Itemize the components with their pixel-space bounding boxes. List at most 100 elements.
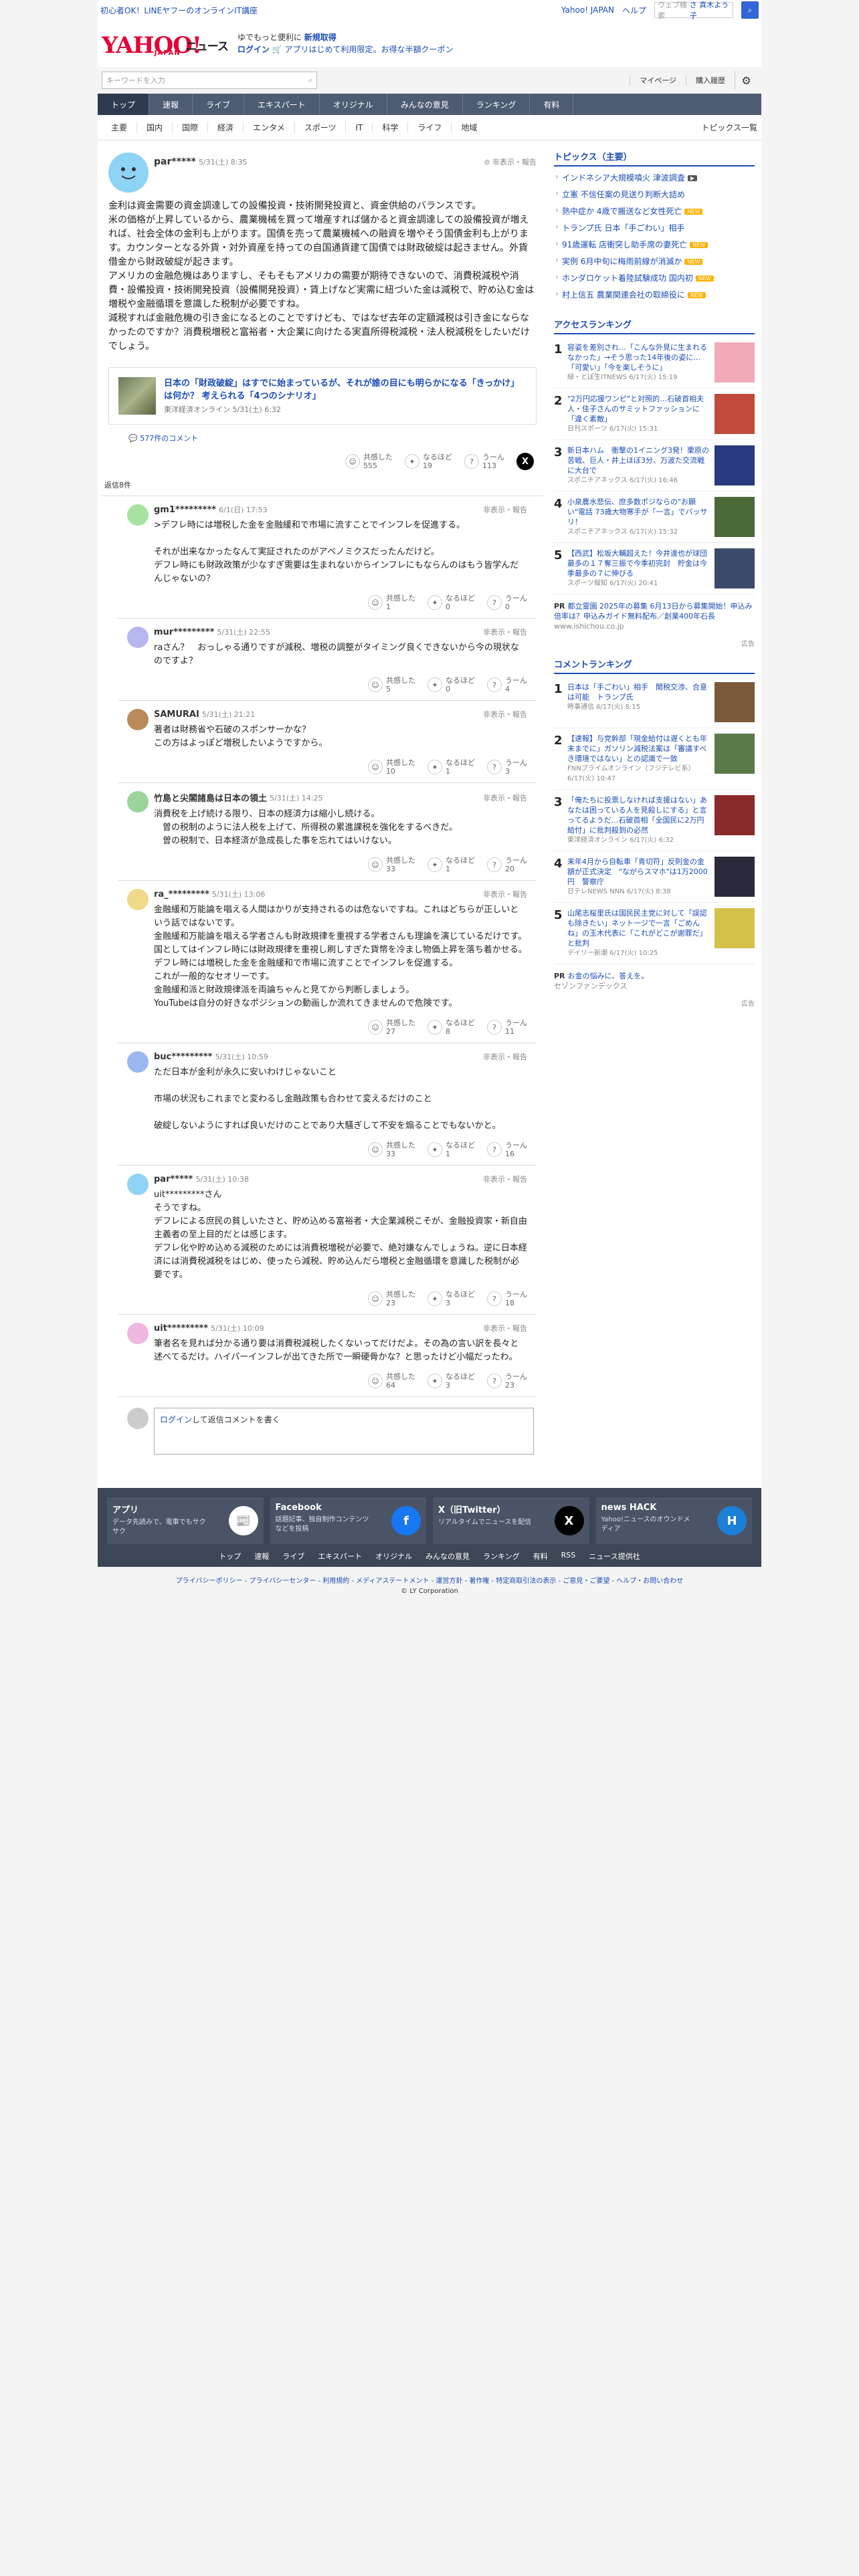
nav-opinion[interactable]: みんなの意見	[387, 94, 463, 115]
footer-card[interactable]: X（旧Twitter） リアルタイムでニュースを配信 X	[433, 1497, 589, 1544]
ranking-text[interactable]: 【西武】松坂大輔超えた！今井達也が球団最多の１７奪三振で今季初完封 貯金は今季最…	[567, 548, 710, 588]
subnav-item[interactable]: 主要	[102, 122, 138, 133]
ranking-title[interactable]: 来年4月から自転車「青切符」反則金の金額が正式決定 "ながらスマホ"は1万200…	[567, 857, 710, 887]
reply-textarea[interactable]: ログインして返信コメントを書く	[154, 1408, 534, 1455]
ranking-title[interactable]: 【西武】松坂大輔超えた！今井達也が球団最多の１７奪三振で今季初完封 貯金は今季最…	[567, 548, 710, 578]
report-link[interactable]: 非表示・報告	[483, 504, 527, 515]
hack-icon[interactable]: H	[717, 1506, 747, 1535]
report-link[interactable]: 非表示・報告	[483, 1323, 527, 1333]
hmm-button[interactable]: ? うーん 113	[464, 453, 504, 470]
footer-link[interactable]: エキスパート	[318, 1551, 362, 1562]
topic-title[interactable]: 立憲 不信任案の見送り判断大詰め	[562, 190, 685, 199]
nav-breaking[interactable]: 速報	[149, 94, 193, 115]
topic-item[interactable]: トランプ氏 日本「手ごわい」相手	[554, 219, 755, 236]
convinced-button[interactable]: ✦ なるほど 3	[427, 1372, 475, 1390]
ranking-text[interactable]: 「俺たちに投票しなければ支援はない」あなたは困っている人を見殺しにする」と言って…	[567, 795, 710, 845]
topic-item[interactable]: 立憲 不信任案の見送り判断大詰め	[554, 186, 755, 203]
subnav-item[interactable]: 経済	[208, 122, 244, 133]
app-icon[interactable]: 📰	[228, 1506, 258, 1535]
keyword-search-input[interactable]: キーワードを入力 ⌕	[102, 72, 317, 89]
reply-author[interactable]: gm1*********	[154, 505, 216, 515]
gear-icon[interactable]: ⚙	[735, 71, 757, 90]
reply-author[interactable]: SAMURAI	[154, 710, 199, 720]
nav-top[interactable]: トップ	[98, 94, 150, 115]
ranking-text[interactable]: 小泉農水悲伝、庶多数ポジならの"お願い"電話 73歳大物寒手が「一言」でバッサリ…	[567, 497, 710, 537]
reply-author[interactable]: ra_*********	[154, 889, 209, 899]
footer-link[interactable]: みんなの意見	[425, 1551, 470, 1562]
report-link[interactable]: 非表示・報告	[483, 792, 527, 803]
footer-link[interactable]: 速報	[254, 1551, 269, 1562]
footer-card[interactable]: news HACK Yahoo!ニュースのオウンドメディア H	[595, 1497, 752, 1544]
footer-link[interactable]: ニュース提供社	[589, 1551, 640, 1562]
topic-title[interactable]: 熱中症か 4歳で搬送など女性死亡	[562, 207, 682, 216]
hmm-button[interactable]: ? うーん 23	[487, 1372, 527, 1390]
ranking-title[interactable]: 新日本ハム 衝撃の1イニング3発！栗原の苦戦、巨人・井上ほぼ3分、万波た交流戦に…	[567, 445, 710, 475]
report-link[interactable]: 非表示・報告	[483, 1174, 527, 1184]
ranking-text[interactable]: 来年4月から自転車「青切符」反則金の金額が正式決定 "ながらスマホ"は1万200…	[567, 857, 710, 897]
nav-expert[interactable]: エキスパート	[244, 94, 320, 115]
x-icon[interactable]: X	[554, 1506, 584, 1535]
ranking-title[interactable]: 【速報】与党幹部「現金給付は遅くとも年末までに」ガソリン減税法案は「審議すべき環…	[567, 734, 710, 764]
footer-card-title[interactable]: news HACK	[601, 1503, 695, 1513]
ranking-text[interactable]: 山尾志桜里氏は国民民主党に対して「誤認も除きたい」ネット一ジで一言「ごめんね」の…	[567, 908, 710, 958]
help-link[interactable]: ヘルプ	[622, 5, 646, 16]
agree-button[interactable]: ☺ 共感した 10	[368, 758, 415, 776]
topic-item[interactable]: 91歳運転 店衝突し助手席の妻死亡NEW	[554, 236, 755, 253]
topic-item[interactable]: ホンダロケット着陸試験成功 国内初NEW	[554, 270, 755, 286]
footer-link[interactable]: ランキング	[483, 1551, 520, 1562]
search-icon[interactable]: ⌕	[308, 76, 312, 85]
convinced-button[interactable]: ✦ なるほど 1	[427, 758, 475, 776]
ranking-text[interactable]: 新日本ハム 衝撃の1イニング3発！栗原の苦戦、巨人・井上ほぼ3分、万波た交流戦に…	[567, 445, 710, 486]
login-link[interactable]: ログイン	[237, 45, 270, 54]
footer-card-title[interactable]: アプリ	[112, 1503, 206, 1515]
footer-card-title[interactable]: X（旧Twitter）	[438, 1503, 532, 1515]
ranking-item[interactable]: 3 新日本ハム 衝撃の1イニング3発！栗原の苦戦、巨人・井上ほぼ3分、万波た交流戦…	[554, 440, 755, 492]
pr-ad[interactable]: PR 都立霊園 2025年の募集 6月13日から募集開始！申込み倍率は？申込みガイ…	[554, 595, 755, 638]
subnav-item[interactable]: 科学	[373, 122, 409, 133]
nav-paid[interactable]: 有料	[530, 94, 574, 115]
footer-card-title[interactable]: Facebook	[276, 1503, 369, 1513]
ranking-item[interactable]: 2 "2万円応援ワンピ"と対照的…石破首相夫人・佳子さんのサミットファッションに「…	[554, 389, 755, 440]
report-link[interactable]: ⊘ 非表示・報告	[484, 156, 537, 167]
ranking-item[interactable]: 5 【西武】松坂大輔超えた！今井達也が球団最多の１７奪三振で今季初完封 貯金は今季…	[554, 543, 755, 595]
ranking-title[interactable]: 小泉農水悲伝、庶多数ポジならの"お願い"電話 73歳大物寒手が「一言」でバッサリ…	[567, 497, 710, 527]
ranking-item[interactable]: 4 小泉農水悲伝、庶多数ポジならの"お願い"電話 73歳大物寒手が「一言」でバッサ…	[554, 492, 755, 543]
footer-link[interactable]: 有料	[533, 1551, 548, 1562]
x-share-icon[interactable]: X	[516, 453, 534, 470]
convinced-button[interactable]: ✦ なるほど 8	[427, 1018, 475, 1036]
convinced-button[interactable]: ✦ なるほど 3	[427, 1290, 475, 1307]
ranking-item[interactable]: 3 「俺たちに投票しなければ支援はない」あなたは困っている人を見殺しにする」と言っ…	[554, 790, 755, 851]
topic-title[interactable]: 91歳運転 店衝突し助手席の妻死亡	[562, 240, 687, 249]
search-icon[interactable]: ⌕	[741, 1, 759, 19]
facebook-icon[interactable]: f	[391, 1506, 421, 1535]
reply-author[interactable]: par*****	[154, 1174, 193, 1184]
ranking-thumbnail[interactable]	[714, 734, 755, 774]
ranking-thumbnail[interactable]	[714, 548, 755, 588]
ranking-title[interactable]: 日本は「手ごわい」相手 関税交渉、合意は可能 トランプ氏	[567, 682, 710, 702]
agree-button[interactable]: ☺ 共感した 5	[368, 676, 415, 693]
ranking-text[interactable]: 日本は「手ごわい」相手 関税交渉、合意は可能 トランプ氏 時事通信 6/17(火)…	[567, 682, 710, 722]
yahoo-news-logo[interactable]: YAHOO! JAPAN ニュース	[102, 30, 229, 57]
nav-live[interactable]: ライブ	[193, 94, 245, 115]
agree-button[interactable]: ☺ 共感した 23	[368, 1290, 415, 1307]
new-account-link[interactable]: 新規取得	[304, 33, 337, 42]
hmm-button[interactable]: ? うーん 0	[487, 594, 527, 611]
topic-item[interactable]: インドネシア大規模噴火 津波調査▶	[554, 169, 755, 186]
footer-card[interactable]: アプリ データ先読みで、電車でもサクサク 📰	[107, 1497, 264, 1544]
ranking-title[interactable]: 「俺たちに投票しなければ支援はない」あなたは困っている人を見殺しにする」と言って…	[567, 795, 710, 835]
legal-links[interactable]: プライバシーポリシー - プライバシーセンター - 利用規約 - メディアステー…	[98, 1567, 761, 1588]
report-link[interactable]: 非表示・報告	[483, 889, 527, 899]
mypage-link[interactable]: マイページ	[630, 75, 686, 86]
ranking-title[interactable]: 容姿を差別され…「こんな外見に生まれるなかった」→そう思った14年後の姿に…「可…	[567, 342, 710, 372]
topic-title[interactable]: 実例 6月中旬に梅雨前線が消滅か	[562, 257, 682, 266]
topic-item[interactable]: 村上信五 農業関連会社の取締役にNEW	[554, 286, 755, 303]
ranking-thumbnail[interactable]	[714, 908, 755, 948]
subnav-item[interactable]: 地域	[452, 122, 486, 133]
ranking-item[interactable]: 1 容姿を差別され…「こんな外見に生まれるなかった」→そう思った14年後の姿に…「…	[554, 337, 755, 389]
hmm-button[interactable]: ? うーん 20	[487, 856, 527, 873]
ranking-thumbnail[interactable]	[714, 342, 755, 383]
agree-button[interactable]: ☺ 共感した 33	[368, 1141, 415, 1158]
topic-title[interactable]: インドネシア大規模噴火 津波調査	[562, 173, 685, 183]
ranking-text[interactable]: "2万円応援ワンピ"と対照的…石破首相夫人・佳子さんのサミットファッションに「違…	[567, 394, 710, 434]
topic-item[interactable]: 実例 6月中旬に梅雨前線が消滅かNEW	[554, 253, 755, 270]
